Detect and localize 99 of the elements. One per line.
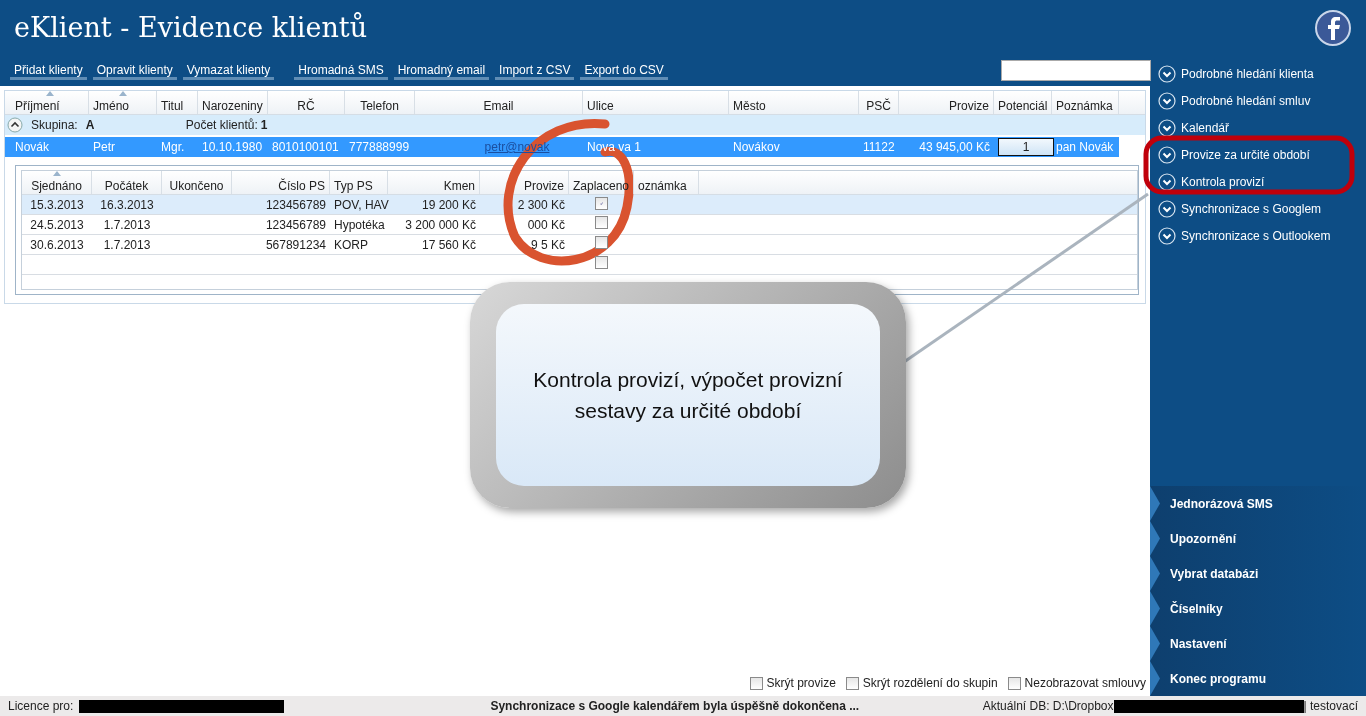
checkbox[interactable] — [595, 215, 608, 229]
count-value: 1 — [260, 117, 268, 134]
column-header[interactable]: Kmen — [388, 171, 480, 194]
table-cell-text: 123456789 — [264, 216, 327, 234]
table-cell-text: KORP — [333, 236, 369, 254]
column-header[interactable]: Poznámka — [1052, 91, 1119, 114]
column-header[interactable]: PSČ — [859, 91, 899, 114]
column-header[interactable]: Titul — [157, 91, 198, 114]
table-cell-text: Novák — [14, 139, 50, 156]
checkbox-label: Skrýt rozdělení do skupin — [862, 675, 998, 692]
licence-label: Licence pro: — [8, 698, 74, 715]
chevron-icon — [1158, 145, 1176, 164]
chevron-icon — [1158, 64, 1176, 83]
table-cell-text: 16.3.2013 — [99, 196, 155, 214]
column-header[interactable]: Email — [415, 91, 583, 114]
checkbox[interactable] — [1007, 676, 1021, 690]
table-cell-text: Hypotéka — [333, 216, 386, 234]
column-header[interactable]: Počátek — [92, 171, 162, 194]
toolbar-button[interactable]: Vymazat klienty — [182, 62, 275, 80]
count-label: Počet klientů: — [185, 117, 258, 134]
social-icon — [1314, 9, 1352, 47]
database-label: Aktuální DB: D:\Dropbox — [982, 698, 1114, 715]
column-header[interactable]: oznámka — [634, 171, 699, 194]
table-cell-text: 567891234 — [264, 236, 327, 254]
column-header[interactable]: Ukončeno — [162, 171, 232, 194]
table-cell-text: 1.7.2013 — [102, 216, 152, 234]
table-cell-text: 11122 — [862, 139, 896, 156]
toolbar-button[interactable]: Opravit klienty — [92, 62, 177, 80]
toolbar-button[interactable]: Export do CSV — [580, 62, 668, 80]
column-header[interactable]: Provize — [480, 171, 569, 194]
collapse-icon[interactable] — [7, 117, 23, 133]
table-cell-text: 19 200 Kč — [420, 196, 477, 214]
column-header[interactable]: Potenciál — [994, 91, 1052, 114]
table-cell-text: pan Novák — [1055, 139, 1115, 156]
toolbar-button[interactable]: Přidat klienty — [10, 62, 87, 80]
column-header[interactable]: Číslo PS — [232, 171, 330, 194]
table-cell-text: 10.10.1980 — [201, 139, 264, 156]
table-cell-text: 777888999 — [348, 139, 411, 156]
table-row[interactable]: 15.3.2013 16.3.2013 123456789 POV, HAV 19 200 Kč 2 300 Kč — [22, 195, 1137, 215]
callout-text: Kontrola provizí, výpočet provizní sestavy za určité období — [496, 304, 880, 486]
database-name: | testovací — [1303, 698, 1358, 715]
table-cell-text: 24.5.2013 — [29, 216, 85, 234]
column-header[interactable]: Typ PS — [330, 171, 388, 194]
search-field[interactable] — [1001, 60, 1151, 81]
table-cell-text: POV, HAV — [333, 196, 388, 214]
sidebar-link[interactable]: Podrobné hledání smluv — [1150, 87, 1319, 114]
toolbar-button[interactable]: Hromadný email — [393, 62, 490, 80]
checkbox[interactable] — [749, 676, 763, 690]
chevron-icon — [1158, 91, 1176, 110]
table-row[interactable]: 30.6.2013 1.7.2013 567891234 KORP 17 560 Kč 9 5 Kč — [22, 235, 1137, 255]
checkbox-label: Nezobrazovat smlouvy — [1024, 675, 1146, 692]
checkbox-label: Skrýt provize — [766, 675, 836, 692]
table-cell-text: Mgr. — [160, 139, 186, 156]
status-message: Synchronizace s Google kalendářem byla úspěšně dokončena ... — [490, 698, 860, 715]
table-cell-text: 17 560 Kč — [420, 236, 477, 254]
table-cell-text: 15.3.2013 — [29, 196, 85, 214]
sidebar-link[interactable]: Kontrola provizí — [1150, 168, 1273, 195]
table-row[interactable]: 24.5.2013 1.7.2013 123456789 Hypotéka 3 200 000 Kč 000 Kč — [22, 215, 1137, 235]
checkbox[interactable] — [595, 235, 608, 249]
sidebar-link[interactable]: Podrobné hledání klienta — [1150, 60, 1322, 87]
column-header[interactable]: Telefon — [345, 91, 415, 114]
sidebar-link[interactable]: Provize za určité období — [1150, 141, 1318, 168]
chevron-icon — [1158, 199, 1176, 218]
toolbar-button[interactable]: Hromadná SMS — [294, 62, 388, 80]
column-header[interactable]: Příjmení — [11, 91, 89, 114]
sidebar-link[interactable]: Synchronizace s Googlem — [1150, 195, 1330, 222]
chevron-icon — [1158, 118, 1176, 137]
column-header[interactable]: Ulice — [583, 91, 729, 114]
chevron-icon — [1158, 226, 1176, 245]
checkbox[interactable] — [845, 676, 859, 690]
group-value: A — [85, 117, 96, 134]
sidebar-link[interactable]: Kalendář — [1150, 114, 1238, 141]
column-header[interactable]: RČ — [268, 91, 345, 114]
table-cell-text: 000 Kč — [526, 216, 566, 234]
chevron-icon — [1158, 172, 1176, 191]
table-cell-text: Petr — [92, 139, 116, 156]
group-label: Skupina: — [31, 117, 78, 134]
table-row[interactable] — [22, 255, 1137, 275]
table-cell-text: 43 945,00 Kč — [918, 139, 991, 156]
table-cell-text: 2 300 Kč — [516, 196, 566, 214]
table-cell-text: 123456789 — [264, 196, 327, 214]
column-header[interactable]: Jméno — [89, 91, 157, 114]
table-cell-text: Nova va 1 — [586, 139, 643, 156]
table-cell-text: 3 200 000 Kč — [404, 216, 477, 234]
column-header[interactable]: Provize — [899, 91, 994, 114]
table-cell-text: Novákov — [732, 139, 781, 156]
window-title: eKlient - Evidence klientů — [14, 11, 369, 45]
toolbar-button[interactable]: Import z CSV — [495, 62, 575, 80]
table-cell-text: 9 5 Kč — [529, 236, 566, 254]
column-header[interactable]: Narozeniny — [198, 91, 268, 114]
table-cell-text: 8010100101 — [271, 139, 340, 156]
value-field[interactable]: 1 — [998, 138, 1054, 156]
column-header[interactable]: Město — [729, 91, 859, 114]
sidebar-link[interactable]: Synchronizace s Outlookem — [1150, 222, 1339, 249]
checkbox[interactable] — [595, 255, 608, 269]
table-cell-text: 30.6.2013 — [29, 236, 85, 254]
table-cell-text: 1.7.2013 — [102, 236, 152, 254]
checkbox[interactable] — [595, 196, 608, 210]
column-header[interactable]: Sjednáno — [22, 171, 92, 194]
